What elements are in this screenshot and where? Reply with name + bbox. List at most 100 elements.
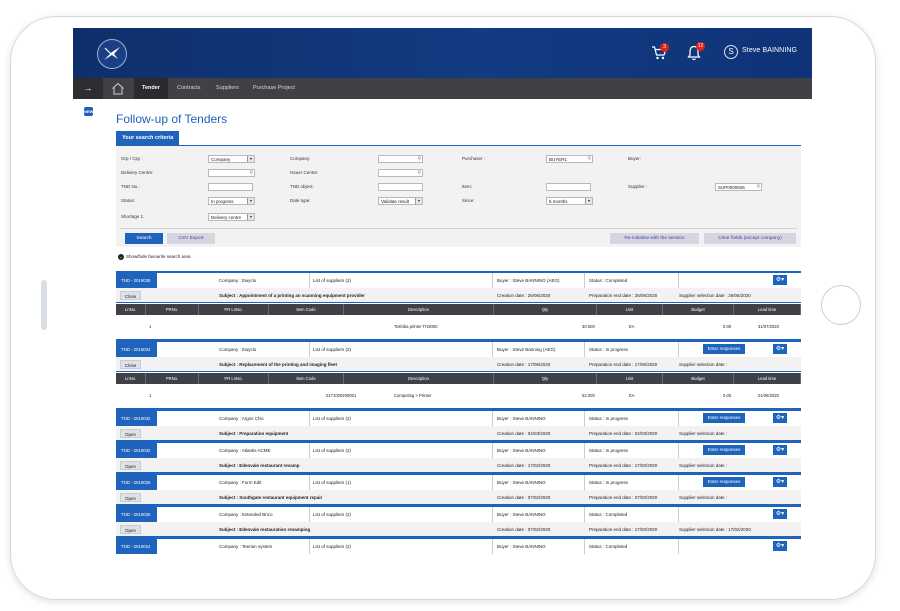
purchaser-field[interactable]: BUYER1 ⚲: [546, 155, 593, 163]
tender-header-row: TND - 2019026 Company : Form Edit List of …: [116, 473, 801, 490]
company-field[interactable]: ⚲: [378, 155, 423, 163]
tender-actions-gear-icon[interactable]: ⚙▾: [773, 477, 787, 487]
tender-expand-toggle-button[interactable]: Open: [120, 429, 141, 438]
enter-responses-button[interactable]: Enter responses: [703, 477, 745, 487]
tender-status: Status : Completed: [589, 278, 628, 283]
enter-responses-button[interactable]: Enter responses: [703, 344, 745, 354]
date-type-select[interactable]: Validate result ▾: [378, 197, 423, 205]
tender-expand-toggle-button[interactable]: Open: [120, 493, 141, 502]
tender-actions-gear-icon[interactable]: ⚙▾: [773, 344, 787, 354]
tab-contracts[interactable]: Contracts: [169, 78, 209, 99]
tender-suppliers-link[interactable]: List of suppliers (2): [313, 347, 351, 352]
tender-suppliers-link[interactable]: List of suppliers (2): [313, 448, 351, 453]
tender-id[interactable]: TND - 2019034: [116, 342, 157, 357]
column-divider: [309, 273, 310, 288]
search-icon[interactable]: ⚲: [587, 156, 591, 162]
items-column-header: Qty: [494, 373, 597, 384]
enter-responses-button[interactable]: Enter responses: [703, 445, 745, 455]
item-code: 0171000200001: [326, 393, 357, 398]
tender-id[interactable]: TND - 2019032: [116, 443, 157, 458]
items-column-header: LnNo.: [116, 373, 146, 384]
user-name[interactable]: Steve BAINNING: [742, 47, 797, 54]
sidebar-toggle-arrow-icon[interactable]: →: [73, 78, 103, 99]
tender-suppliers-link[interactable]: List of suppliers (2): [313, 278, 351, 283]
column-divider: [584, 411, 585, 426]
tender-id[interactable]: TND - 2019035: [116, 273, 157, 288]
tnd-no-field[interactable]: [208, 183, 253, 191]
new-tender-icon[interactable]: NEW: [84, 107, 93, 116]
tender-status: Status : Completed: [589, 544, 628, 549]
tender-supplier-selection-date: Supplier selection date :: [679, 463, 728, 468]
items-column-header: Lead time: [734, 304, 801, 315]
tender-company: Company : Ewyclo: [219, 278, 257, 283]
tender-expand-toggle-button[interactable]: Open: [120, 525, 141, 534]
tender-actions-gear-icon[interactable]: ⚙▾: [773, 445, 787, 455]
clear-fields-button[interactable]: Clear fields (except company): [704, 233, 796, 244]
shortage-select[interactable]: Delivery centre ▾: [208, 213, 255, 221]
tender-expand-toggle-button[interactable]: Open: [120, 461, 141, 470]
home-icon[interactable]: [111, 82, 125, 95]
tender-suppliers-link[interactable]: List of suppliers (2): [313, 544, 351, 549]
search-icon[interactable]: ⚲: [249, 170, 253, 176]
tender-id[interactable]: TND - 2019024: [116, 539, 157, 554]
search-icon[interactable]: ⚲: [417, 170, 421, 176]
tender-actions-gear-icon[interactable]: ⚙▾: [773, 413, 787, 423]
tender-suppliers-link[interactable]: List of suppliers (2): [313, 416, 351, 421]
item-field[interactable]: [546, 183, 591, 191]
chevron-down-icon: ▾: [247, 198, 254, 204]
status-select[interactable]: In progress ▾: [208, 197, 255, 205]
tender-suppliers-link[interactable]: List of suppliers (2): [313, 512, 351, 517]
reinitialise-button[interactable]: Re-initialise with the session: [610, 233, 699, 244]
tender-id[interactable]: TND - 2019032: [116, 411, 157, 426]
tender-block: TND - 2019024 Company : Teerian system Lis…: [116, 537, 801, 554]
tender-actions-gear-icon[interactable]: ⚙▾: [773, 541, 787, 551]
grp-cpy-select[interactable]: Company ▾: [208, 155, 255, 163]
delivery-centre-field[interactable]: ⚲: [208, 169, 255, 177]
tender-expand-toggle-button[interactable]: Close: [120, 360, 141, 369]
tender-block: TND - 2019026 Company : Form Edit List of …: [116, 473, 801, 505]
supplier-label: Supplier :: [628, 184, 648, 189]
logo[interactable]: [97, 39, 127, 69]
tender-block: TND - 2019034 Company : Ewyclo List of sup…: [116, 340, 801, 409]
tender-header-row: TND - 2019032 Company : Argos Chic List of…: [116, 409, 801, 426]
tender-suppliers-link[interactable]: List of suppliers (1): [313, 480, 351, 485]
tender-header-row: TND - 2019025 Company : Extended Brico Lis…: [116, 505, 801, 522]
search-icon[interactable]: ⚲: [417, 156, 421, 162]
tender-actions-gear-icon[interactable]: ⚙▾: [773, 509, 787, 519]
tender-prep-end-date: Preparation end date : 17/02/2020: [589, 463, 658, 468]
tab-suppliers[interactable]: Suppliers: [208, 78, 247, 99]
enter-responses-button[interactable]: Enter responses: [703, 413, 745, 423]
item-budget: 0.00: [723, 393, 732, 398]
tender-block: TND - 2019032 Company : Atlantis ACME List…: [116, 441, 801, 473]
item-unit: EA: [629, 393, 635, 398]
csv-export-button[interactable]: CSV Export: [167, 233, 215, 244]
item-description: Computing > Printer: [394, 393, 432, 398]
tab-tender[interactable]: Tender: [134, 78, 168, 99]
show-hide-label: Show/hide favourite search area: [126, 254, 191, 259]
tender-block: TND - 2019035 Company : Ewyclo List of sup…: [116, 271, 801, 340]
user-avatar[interactable]: S: [724, 45, 738, 59]
tender-block: TND - 2019025 Company : Extended Brico Lis…: [116, 505, 801, 537]
tender-prep-end-date: Preparation end date : 07/02/2020: [589, 495, 658, 500]
tender-actions-gear-icon[interactable]: ⚙▾: [773, 275, 787, 285]
tender-subject-row: Open Subject : Southgate restaurant equip…: [116, 490, 801, 505]
search-icon[interactable]: ⚲: [756, 184, 760, 190]
supplier-field[interactable]: SUP0000825 ⚲: [715, 183, 762, 191]
tnd-object-label: TND object:: [290, 184, 314, 189]
tender-expand-toggle-button[interactable]: Close: [120, 291, 141, 300]
tender-id[interactable]: TND - 2019025: [116, 507, 157, 522]
tab-purchase-project[interactable]: Purchase Project: [245, 78, 303, 99]
show-hide-favourites-toggle[interactable]: ⌄ Show/hide favourite search area: [118, 254, 191, 260]
tnd-object-field[interactable]: [378, 183, 423, 191]
tender-subject-row: Open Subject : Edenvale restauration reva…: [116, 522, 801, 537]
search-button[interactable]: Search: [125, 233, 163, 244]
since-select[interactable]: 6 months ▾: [546, 197, 593, 205]
tender-items-table: LnNo. PRNo. PR LnNo. Item Code Description Qt…: [116, 372, 801, 409]
tab-search-criteria[interactable]: Your search criteria: [116, 131, 180, 146]
tender-block: TND - 2019032 Company : Argos Chic List of…: [116, 409, 801, 441]
issuer-centre-field[interactable]: ⚲: [378, 169, 423, 177]
items-column-header: Unit: [597, 304, 663, 315]
tender-creation-date: Creation date : 07/02/2020: [497, 495, 551, 500]
tender-id[interactable]: TND - 2019026: [116, 475, 157, 490]
criteria-divider: [120, 228, 797, 229]
